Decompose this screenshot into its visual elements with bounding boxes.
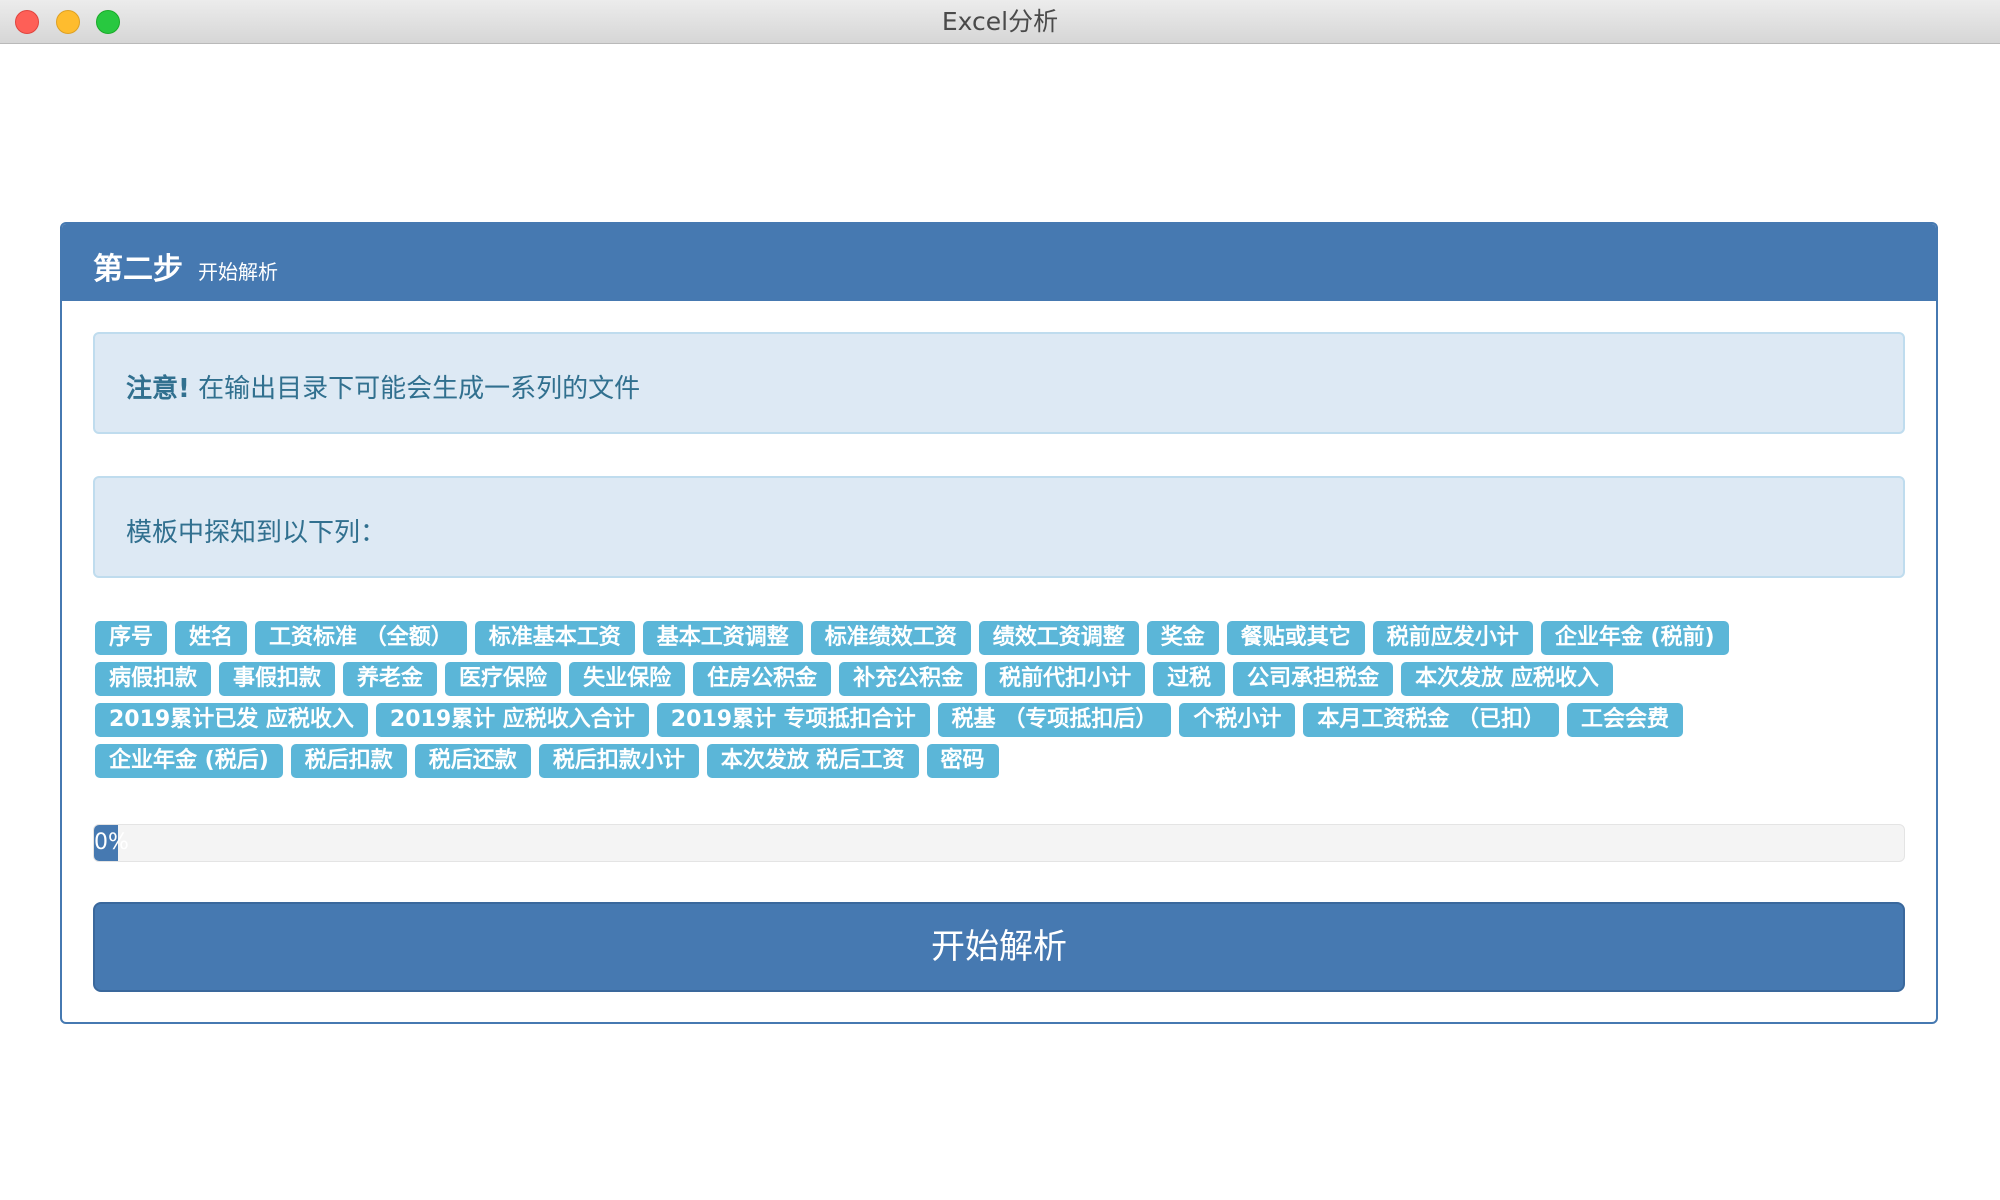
column-label: 本月工资税金 （已扣） bbox=[1303, 703, 1560, 737]
column-label: 养老金 bbox=[343, 662, 438, 696]
column-label: 病假扣款 bbox=[95, 662, 212, 696]
column-label: 标准绩效工资 bbox=[810, 621, 971, 655]
column-label: 税基 （专项抵扣后） bbox=[937, 703, 1172, 737]
column-label: 工会会费 bbox=[1567, 703, 1684, 737]
column-label: 事假扣款 bbox=[219, 662, 336, 696]
column-label: 基本工资调整 bbox=[642, 621, 803, 655]
column-label: 奖金 bbox=[1146, 621, 1219, 655]
step-two-panel: 第二步 开始解析 注意! 在输出目录下可能会生成一系列的文件 模板中探知到以下列… bbox=[60, 222, 1938, 1024]
column-label: 密码 bbox=[926, 744, 999, 778]
column-label: 2019累计 应税收入合计 bbox=[375, 703, 649, 737]
column-label-row: 企业年金 (税后) 税后扣款 税后还款 税后扣款小计 本次发放 税后工资 密码 bbox=[95, 744, 1895, 785]
column-label-row: 2019累计已发 应税收入 2019累计 应税收入合计 2019累计 专项抵扣合计税… bbox=[95, 703, 1895, 744]
column-label: 税后还款 bbox=[414, 744, 531, 778]
column-label: 2019累计已发 应税收入 bbox=[95, 703, 368, 737]
notice-message: 在输出目录下可能会生成一系列的文件 bbox=[189, 374, 641, 404]
start-parse-button[interactable]: 开始解析 bbox=[93, 902, 1905, 992]
column-label: 补充公积金 bbox=[839, 662, 978, 696]
column-label: 公司承担税金 bbox=[1233, 662, 1394, 696]
column-label: 2019累计 专项抵扣合计 bbox=[656, 703, 930, 737]
title-bar: Excel分析 bbox=[0, 0, 2000, 44]
column-label: 工资标准 （全额） bbox=[255, 621, 467, 655]
column-label: 本次发放 应税收入 bbox=[1401, 662, 1613, 696]
app-window: Excel分析 第二步 开始解析 注意! 在输出目录下可能会生成一系列的文件 模… bbox=[0, 0, 2000, 1200]
panel-heading: 第二步 开始解析 bbox=[62, 224, 1936, 301]
panel-title: 第二步 bbox=[93, 252, 183, 287]
column-label: 序号 bbox=[95, 621, 168, 655]
panel-subtitle: 开始解析 bbox=[198, 260, 278, 284]
column-label-list: 序号 姓名 工资标准 （全额） 标准基本工资 基本工资调整 标准绩效工资 绩效工资调整 奖金餐… bbox=[95, 621, 1895, 785]
column-label: 税前代扣小计 bbox=[985, 662, 1146, 696]
column-label: 过税 bbox=[1153, 662, 1226, 696]
column-label-row: 序号 姓名 工资标准 （全额） 标准基本工资 基本工资调整 标准绩效工资 绩效工资调整 奖金餐… bbox=[95, 621, 1895, 662]
progress-bar: 0% bbox=[93, 824, 1905, 862]
column-label: 税后扣款小计 bbox=[538, 744, 699, 778]
column-label: 企业年金 (税后) bbox=[95, 744, 283, 778]
notice-alert-text: 注意! 在输出目录下可能会生成一系列的文件 bbox=[126, 368, 640, 405]
column-label: 个税小计 bbox=[1179, 703, 1296, 737]
window-title: Excel分析 bbox=[941, 7, 1059, 36]
detected-columns-alert: 模板中探知到以下列： bbox=[93, 476, 1905, 578]
column-label: 医疗保险 bbox=[445, 662, 562, 696]
column-label: 本次发放 税后工资 bbox=[706, 744, 919, 778]
notice-strong-label: 注意! bbox=[126, 374, 190, 404]
detected-columns-text: 模板中探知到以下列： bbox=[126, 518, 387, 548]
column-label: 企业年金 (税前) bbox=[1540, 621, 1729, 655]
column-label: 税前应发小计 bbox=[1372, 621, 1533, 655]
column-label: 绩效工资调整 bbox=[978, 621, 1139, 655]
column-label-row: 病假扣款 事假扣款 养老金 医疗保险 失业保险 住房公积金 补充公积金 税前代扣小计 过税 公司承… bbox=[95, 662, 1895, 703]
column-label: 餐贴或其它 bbox=[1226, 621, 1365, 655]
notice-alert: 注意! 在输出目录下可能会生成一系列的文件 bbox=[93, 332, 1905, 434]
column-label: 姓名 bbox=[175, 621, 248, 655]
column-label: 标准基本工资 bbox=[474, 621, 635, 655]
progress-label: 0% bbox=[94, 830, 129, 855]
column-label: 住房公积金 bbox=[693, 662, 832, 696]
column-label: 税后扣款 bbox=[290, 744, 407, 778]
column-label: 失业保险 bbox=[569, 662, 686, 696]
